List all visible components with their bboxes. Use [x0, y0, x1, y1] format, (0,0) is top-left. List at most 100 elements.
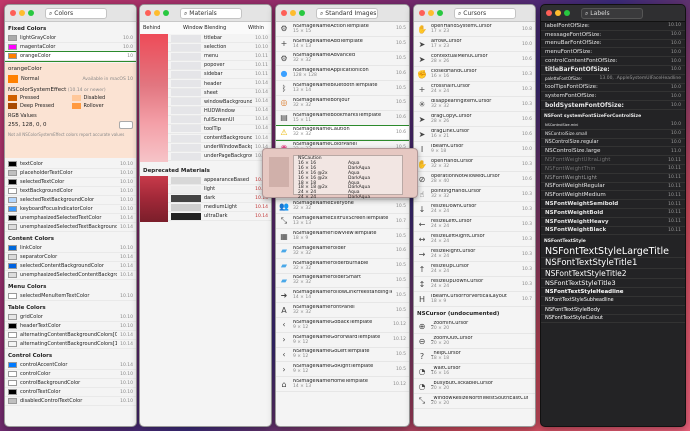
cursor-row[interactable]: ➤ arrowCursor 17 × 23 10.0	[414, 37, 535, 52]
image-row[interactable]: ⚙ NSImageNameActionTemplate 15 × 15 10.5	[276, 22, 409, 37]
label-row[interactable]: controlContentFontOfSize: 10.0	[541, 57, 685, 66]
cursor-row[interactable]: ➤ dragLinkCursor 16 × 21 10.6	[414, 127, 535, 142]
label-row[interactable]: labelFontOfSize: 10.10	[541, 22, 685, 31]
color-row[interactable]: unemphasizedSelectedTextColor 10.14	[5, 214, 136, 223]
cursor-row[interactable]: ➤ dragCopyCursor 28 × 26 10.6	[414, 112, 535, 127]
label-row[interactable]: NSControlSize.small 10.0	[541, 130, 685, 139]
color-row[interactable]: placeholderTextColor 10.10	[5, 169, 136, 178]
zoom-button[interactable]	[28, 10, 34, 16]
deprecated-material-row[interactable]: ultraDark 10.14	[168, 212, 271, 222]
label-row[interactable]: menuBarFontOfSize: 10.0	[541, 40, 685, 49]
image-row[interactable]: ⚠ NSImageNameCaution 32 × 32 10.6	[276, 124, 409, 142]
label-row[interactable]: NSFontWeightHeavy 10.11	[541, 218, 685, 227]
label-row[interactable]: NSFontTextStyleSubheadline	[541, 297, 685, 306]
color-row[interactable]: disabledControlTextColor 10.10	[5, 397, 136, 406]
image-row[interactable]: ◎ NSImageNameBonjour 32 × 32 10.5	[276, 96, 409, 111]
materials-search-field[interactable]: ⌕ Materials	[180, 7, 242, 19]
color-row[interactable]: orangeColor 10	[5, 51, 136, 62]
label-row[interactable]: NSControlSize.large 11.0	[541, 147, 685, 157]
image-row[interactable]: ⤡ NSImageNameExitFullScreenTemplate 13 × 1…	[276, 214, 409, 230]
cursor-row[interactable]: ↔ resizeLeftRightCursor 24 × 24 10.3	[414, 232, 535, 247]
material-row[interactable]: header 10.14	[168, 79, 271, 89]
material-row[interactable]: toolTip 10.14	[168, 125, 271, 135]
label-row[interactable]: toolTipsFontOfSize: 10.0	[541, 84, 685, 93]
cursor-row[interactable]: ? _helpCursor 18 × 18	[414, 349, 535, 364]
minimize-button[interactable]	[19, 10, 25, 16]
format-popup-button[interactable]	[119, 121, 133, 129]
close-button[interactable]	[10, 10, 16, 16]
image-row[interactable]: › NSImageNameGoForwardTemplate 9 × 12 10.12	[276, 333, 409, 348]
minimize-button[interactable]	[154, 10, 160, 16]
cursor-row[interactable]: ✳ disappearingItemCursor 32 × 32 10.3	[414, 97, 535, 112]
material-row[interactable]: HUDWindow 10.14	[168, 107, 271, 116]
label-row[interactable]: NSFontTextStyleTitle1	[541, 258, 685, 269]
color-row[interactable]: textColor 10.10	[5, 160, 136, 169]
minimize-button[interactable]	[555, 10, 561, 16]
material-row[interactable]: fullScreenUI 10.14	[168, 116, 271, 125]
color-row[interactable]: headerTextColor 10.10	[5, 322, 136, 331]
color-row[interactable]: selectedTextBackgroundColor 10.10	[5, 196, 136, 205]
color-row[interactable]: alternatingContentBackgroundColors[0] 10.…	[5, 331, 136, 340]
material-row[interactable]: sheet 10.14	[168, 89, 271, 98]
zoom-button[interactable]	[564, 10, 570, 16]
label-row[interactable]: NSFontTextStyleTitle3	[541, 279, 685, 289]
color-row[interactable]: selectedTextColor 10.10	[5, 178, 136, 187]
cursor-row[interactable]: ◔ _busyButClickableCursor 20 × 20	[414, 379, 535, 394]
image-row[interactable]: ‹ NSImageNameGoLeftTemplate 9 × 12 10.5	[276, 348, 409, 363]
label-row[interactable]: NSFontWeightSemibold 10.11	[541, 200, 685, 209]
cursor-row[interactable]: ⊖ _zoomOutCursor 20 × 20	[414, 334, 535, 349]
label-row[interactable]: NSFontWeightThin 10.11	[541, 165, 685, 174]
zoom-button[interactable]	[299, 10, 305, 16]
cursor-row[interactable]: → resizeRightCursor 24 × 24 10.3	[414, 247, 535, 262]
image-row[interactable]: ᛒ NSImageNameBluetoothTemplate 13 × 14 10.5	[276, 81, 409, 96]
material-row[interactable]: sidebar 10.11	[168, 70, 271, 80]
images-search-field[interactable]: ⌕ Standard Images	[316, 7, 378, 19]
color-row[interactable]: gridColor 10.10	[5, 313, 136, 322]
label-row[interactable]: NSFontTextStyleLargeTitle	[541, 246, 685, 259]
label-row[interactable]: systemFontOfSize: 10.0	[541, 92, 685, 102]
image-row[interactable]: ▰ NSImageNameFolder 32 × 32 10.6	[276, 244, 409, 259]
label-row[interactable]: NSFontWeightUltraLight 10.11	[541, 156, 685, 165]
label-row[interactable]: NSFontWeightRegular 10.11	[541, 183, 685, 192]
label-row[interactable]: NSFontTextStyleCallout	[541, 315, 685, 324]
label-row[interactable]: NSControlSize.mini 10.0	[541, 121, 685, 130]
material-row[interactable]: contentBackground 10.14	[168, 134, 271, 144]
cursor-row[interactable]: ✊ closedHandCursor 16 × 16 10.3	[414, 67, 535, 82]
cursors-search-field[interactable]: ⌕ Cursors	[454, 7, 516, 19]
label-row[interactable]: paletteFontOfSize: 13.00, .AppleSystemUIF…	[541, 75, 685, 84]
label-row[interactable]: NSFontTextStyleTitle2	[541, 269, 685, 280]
zoom-button[interactable]	[437, 10, 443, 16]
cursor-row[interactable]: ⊕ _zoomInCursor 20 × 20	[414, 319, 535, 334]
image-row[interactable]: ● NSImageNameApplicationIcon 128 × 128 10.6	[276, 66, 409, 82]
image-row[interactable]: ▤ NSImageNameBookmarksTemplate 15 × 11 10.6	[276, 111, 409, 126]
image-row[interactable]: ▦ NSImageNameFlowViewTemplate 18 × 9 10.5	[276, 229, 409, 244]
color-row[interactable]: linkColor 10.10	[5, 244, 136, 253]
label-row[interactable]: boldSystemFontOfSize: 10.0	[541, 101, 685, 110]
color-row[interactable]: unemphasizedSelectedTextBackgroundColor1…	[5, 223, 136, 232]
label-row[interactable]: NSFontWeightBlack 10.11	[541, 227, 685, 236]
color-row[interactable]: magentaColor 10.0	[5, 43, 136, 52]
cursor-row[interactable]: ← resizeLeftCursor 24 × 24 10.3	[414, 217, 535, 232]
color-row[interactable]: controlAccentColor 10.14	[5, 361, 136, 370]
deprecated-material-row[interactable]: appearanceBased10.14	[168, 176, 271, 186]
label-row[interactable]: NSFontTextStyleHeadline	[541, 288, 685, 297]
cursor-row[interactable]: ✋ openHandCursor 32 × 32 10.3	[414, 157, 535, 172]
label-row[interactable]: NSFontWeightBold 10.11	[541, 209, 685, 218]
label-row[interactable]: NSFontTextStyleBody	[541, 306, 685, 315]
material-row[interactable]: windowBackground 10.14	[168, 98, 271, 107]
label-row[interactable]: NSFontWeightMedium 10.11	[541, 191, 685, 201]
close-button[interactable]	[419, 10, 425, 16]
close-button[interactable]	[145, 10, 151, 16]
material-row[interactable]: popover 10.11	[168, 61, 271, 71]
color-row[interactable]: separatorColor 10.14	[5, 253, 136, 262]
color-row[interactable]: controlColor 10.10	[5, 370, 136, 379]
label-row[interactable]: messageFontOfSize: 10.0	[541, 31, 685, 40]
color-row[interactable]: controlTextColor 10.10	[5, 388, 136, 397]
cursor-row[interactable]: ☝ pointingHandCursor 32 × 32 10.3	[414, 187, 535, 202]
label-row[interactable]: NSControlSize.regular 10.0	[541, 139, 685, 148]
deprecated-material-row[interactable]: light10.14	[168, 185, 271, 195]
cursor-row[interactable]: ⊘ operationNotAllowedCursor 28 × 40 10.6	[414, 172, 535, 187]
cursor-row[interactable]: ↑ resizeUpCursor 24 × 24 10.3	[414, 262, 535, 277]
material-row[interactable]: selection 10.10	[168, 43, 271, 53]
minimize-button[interactable]	[290, 10, 296, 16]
